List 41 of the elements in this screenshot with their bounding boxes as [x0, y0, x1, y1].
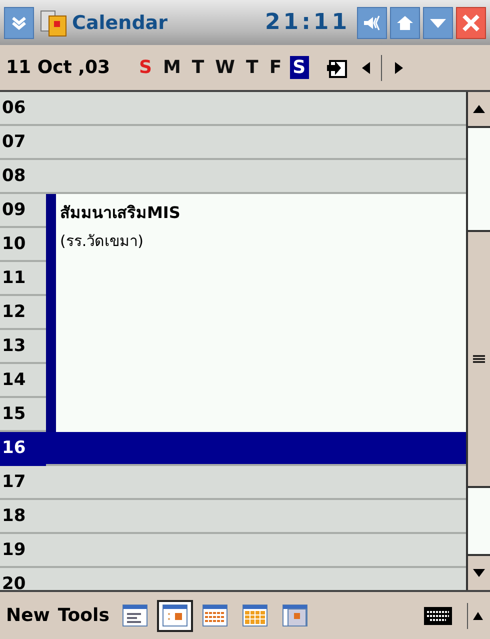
scrollbar[interactable]	[466, 92, 490, 590]
weekday-button[interactable]: F	[266, 56, 285, 79]
hour-row[interactable]: 15	[0, 398, 466, 432]
weekday-button[interactable]: M	[160, 56, 184, 79]
current-date[interactable]: 11 Oct ,03	[6, 57, 136, 78]
weekday-button[interactable]: W	[212, 56, 238, 79]
home-icon[interactable]	[390, 6, 420, 38]
input-panel-arrow-icon[interactable]	[472, 610, 484, 620]
hour-label: 09	[0, 194, 46, 228]
menu-item[interactable]: Tools	[58, 605, 110, 626]
hour-label: 15	[0, 398, 46, 432]
hour-label: 14	[0, 364, 46, 398]
weekday-button[interactable]: S	[290, 56, 309, 79]
hour-row[interactable]: 13	[0, 330, 466, 364]
hour-row[interactable]: 12	[0, 296, 466, 330]
next-arrow-icon[interactable]	[394, 60, 404, 74]
previous-arrow-icon[interactable]	[360, 60, 371, 74]
keyboard-icon[interactable]	[423, 606, 453, 626]
weekday-button[interactable]: T	[188, 56, 208, 79]
weekday-button[interactable]: T	[243, 56, 262, 79]
scroll-up-icon[interactable]	[472, 104, 486, 114]
hour-label: 12	[0, 296, 46, 330]
day-view-button[interactable]	[157, 600, 194, 632]
clock-time: 21:11	[264, 10, 350, 35]
calendar-app-icon	[39, 8, 69, 38]
hour-row[interactable]: 14	[0, 364, 466, 398]
hour-row[interactable]: 11	[0, 262, 466, 296]
start-menu-icon[interactable]	[4, 6, 34, 38]
hour-label: 13	[0, 330, 46, 364]
volume-icon[interactable]	[357, 6, 387, 38]
hour-row[interactable]: 16	[0, 432, 466, 466]
scroll-down-icon[interactable]	[472, 568, 486, 578]
hour-label: 11	[0, 262, 46, 296]
menu-item[interactable]: New	[6, 605, 50, 626]
window-title: Calendar	[72, 12, 168, 34]
grip-icon	[473, 355, 485, 363]
event-title[interactable]: สัมมนาเสริมMIS	[60, 200, 180, 225]
event-location: (รร.วัดเขมา)	[60, 231, 144, 252]
dropdown-icon[interactable]	[423, 6, 453, 38]
hour-label: 10	[0, 228, 46, 262]
close-icon[interactable]	[456, 6, 486, 38]
